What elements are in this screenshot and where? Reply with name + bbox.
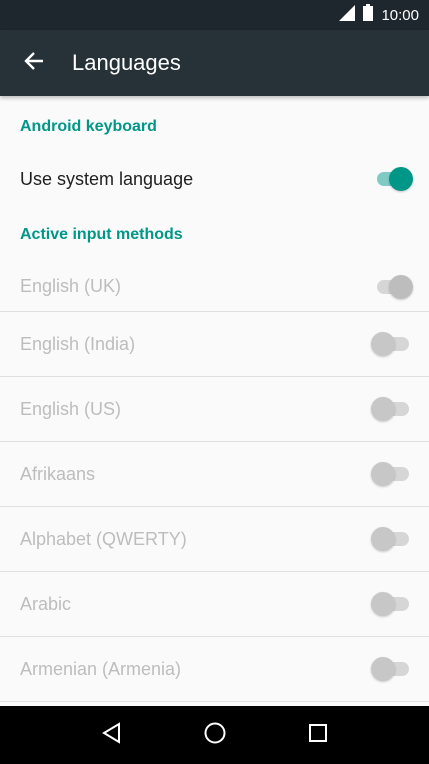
settings-list: Android keyboard Use system language Act…: [0, 96, 429, 706]
signal-icon: [339, 4, 356, 26]
alphabet-qwerty-switch: [371, 527, 413, 551]
recents-square-icon: [307, 722, 329, 749]
back-triangle-icon: [101, 721, 123, 749]
pref-armenian: Armenian (Armenia): [0, 637, 429, 702]
english-us-switch: [371, 397, 413, 421]
battery-icon: [363, 4, 374, 26]
pref-label: Arabic: [20, 593, 72, 614]
pref-label: English (India): [20, 333, 136, 354]
pref-alphabet-qwerty: Alphabet (QWERTY): [0, 507, 429, 572]
use-system-language-switch[interactable]: [375, 167, 413, 191]
pref-afrikaans: Afrikaans: [0, 442, 429, 507]
pref-label: English (US): [20, 398, 122, 419]
navigation-bar: [0, 706, 429, 764]
section-header-android-keyboard: Android keyboard: [20, 118, 157, 135]
nav-recents-button[interactable]: [298, 715, 338, 755]
page-title: Languages: [72, 50, 181, 75]
nav-home-button[interactable]: [195, 715, 235, 755]
arabic-switch: [371, 592, 413, 616]
back-button[interactable]: [0, 30, 68, 96]
pref-use-system-language[interactable]: Use system language: [0, 154, 429, 204]
status-bar: 10:00: [0, 0, 429, 30]
english-india-switch: [371, 332, 413, 356]
pref-label: Alphabet (QWERTY): [20, 528, 187, 549]
status-time: 10:00: [381, 6, 419, 24]
pref-label: Armenian (Armenia): [20, 658, 182, 679]
afrikaans-switch: [371, 462, 413, 486]
pref-label: Afrikaans: [20, 463, 96, 484]
app-bar: Languages: [0, 30, 429, 96]
english-uk-switch: [375, 274, 413, 299]
arrow-back-icon: [23, 50, 45, 77]
armenian-switch: [371, 657, 413, 681]
pref-english-us: English (US): [0, 377, 429, 442]
nav-back-button[interactable]: [92, 715, 132, 755]
section-header-active-input-methods: Active input methods: [20, 226, 183, 243]
pref-label: Use system language: [20, 168, 194, 189]
pref-arabic: Arabic: [0, 572, 429, 637]
pref-english-india: English (India): [0, 312, 429, 377]
home-circle-icon: [203, 721, 227, 750]
pref-label: English (UK): [20, 276, 122, 296]
pref-english-uk: English (UK): [0, 262, 429, 312]
